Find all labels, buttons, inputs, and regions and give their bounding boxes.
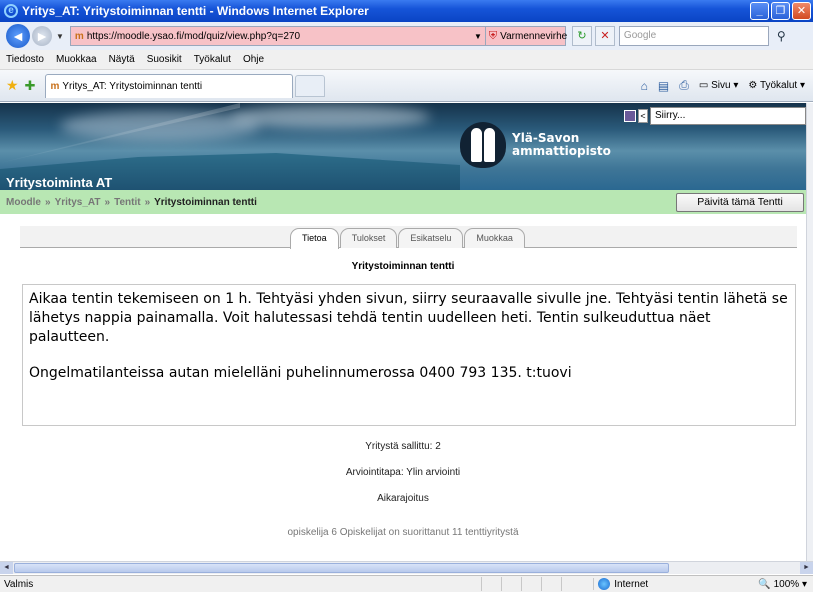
status-cell <box>501 577 521 591</box>
url-field[interactable]: m https://moodle.ysao.fi/mod/quiz/view.p… <box>69 26 486 46</box>
tools-menu-button[interactable]: ⚙ Työkalut ▾ <box>748 80 805 91</box>
vertical-scrollbar[interactable] <box>806 103 813 561</box>
logo-line-2: ammattiopisto <box>512 144 611 158</box>
url-text: https://moodle.ysao.fi/mod/quiz/view.php… <box>86 30 301 42</box>
menu-item-favorites[interactable]: Suosikit <box>147 54 182 65</box>
url-dropdown-icon[interactable]: ▼ <box>471 32 485 41</box>
moodle-favicon-icon: m <box>50 80 60 92</box>
security-zone[interactable]: Internet <box>593 578 733 590</box>
shield-warning-icon: ⛨ <box>488 29 498 42</box>
breadcrumb-separator: » <box>104 196 111 208</box>
close-button[interactable]: ✕ <box>792 2 811 20</box>
window-title: Yritys_AT: Yritystoiminnan tentti - Wind… <box>22 4 369 18</box>
breadcrumb-home[interactable]: Moodle <box>6 197 41 208</box>
breadcrumb-current: Yritystoiminnan tentti <box>154 196 257 208</box>
stop-button[interactable]: ✕ <box>594 26 615 46</box>
history-dropdown-icon[interactable]: ▼ <box>56 32 64 41</box>
jump-menu: < Siirry... <box>624 107 806 125</box>
browser-tab-active[interactable]: m Yritys_AT: Yritystoiminnan tentti <box>45 73 294 98</box>
menu-item-tools[interactable]: Työkalut <box>194 54 231 65</box>
status-text: Valmis <box>4 578 34 590</box>
menu-item-help[interactable]: Ohje <box>243 54 264 65</box>
page-menu-button[interactable]: ▭ Sivu ▾ <box>699 80 739 91</box>
quiz-intro-box: Aikaa tentin tekemiseen on 1 h. Tehtyäsi… <box>22 284 796 426</box>
status-cells <box>481 577 581 591</box>
breadcrumb-course[interactable]: Yritys_AT <box>55 197 101 208</box>
window-controls: _ ❐ ✕ <box>750 2 811 20</box>
attempts-allowed: Yritystä sallittu: 2 <box>365 441 441 452</box>
status-bar: Valmis Internet 🔍 100% ▾ <box>0 575 813 592</box>
browser-tab-title: Yritys_AT: Yritystoiminnan tentti <box>62 80 203 92</box>
forward-button[interactable]: ► <box>32 26 52 46</box>
site-banner: Ylä-Savon ammattiopisto < Siirry... Yrit… <box>0 103 806 190</box>
refresh-button[interactable]: ↻ <box>571 26 592 46</box>
command-bar: ⌂ ▤ ⎙ ▭ Sivu ▾ ⚙ Työkalut ▾ <box>641 78 813 93</box>
zoom-level[interactable]: 🔍 100% ▾ <box>758 579 813 590</box>
breadcrumb-separator: » <box>144 196 151 208</box>
favorites-star-icon[interactable]: ★ <box>6 77 19 94</box>
globe-icon <box>598 578 611 590</box>
jump-select[interactable]: Siirry... <box>650 107 806 125</box>
address-bar: ◄ ► ▼ m https://moodle.ysao.fi/mod/quiz/… <box>0 22 813 50</box>
home-icon[interactable]: ⌂ <box>641 79 648 93</box>
school-logo[interactable]: Ylä-Savon ammattiopisto <box>460 122 611 168</box>
quiz-title: Yritystoiminnan tentti <box>351 261 455 272</box>
scroll-right-button[interactable]: ► <box>800 562 813 574</box>
zoom-value: 100% <box>773 578 800 590</box>
quiz-tabs-row: Tietoa Tulokset Esikatselu Muokkaa <box>20 226 797 249</box>
tab-edit[interactable]: Muokkaa <box>464 228 525 248</box>
ie-logo-icon: e <box>4 4 18 18</box>
feeds-icon[interactable]: ▤ <box>658 79 669 93</box>
menu-item-file[interactable]: Tiedosto <box>6 54 44 65</box>
breadcrumb-section[interactable]: Tentit <box>114 197 140 208</box>
banner-cloud <box>230 105 430 129</box>
attempts-summary-link[interactable]: opiskelija 6 Opiskelijat on suorittanut … <box>0 527 806 538</box>
certificate-error-label: Varmennevirhe <box>500 30 568 42</box>
security-zone-label: Internet <box>614 578 649 590</box>
horizontal-scroll-thumb[interactable] <box>14 563 669 573</box>
breadcrumb: Moodle » Yritys_AT » Tentit » Yritystoim… <box>0 190 806 214</box>
search-input[interactable]: Google <box>618 26 769 46</box>
time-limit: Aikarajoitus <box>377 493 429 504</box>
quiz-intro-contact: Ongelmatilanteissa autan mielelläni puhe… <box>29 365 572 381</box>
quiz-intro-paragraph: Aikaa tentin tekemiseen on 1 h. Tehtyäsi… <box>29 291 788 345</box>
menu-item-edit[interactable]: Muokkaa <box>56 54 97 65</box>
tab-preview[interactable]: Esikatselu <box>398 228 464 248</box>
search-placeholder: Google <box>623 30 657 41</box>
minimize-button[interactable]: _ <box>750 2 769 20</box>
back-button[interactable]: ◄ <box>6 24 30 48</box>
print-icon[interactable]: ⎙ <box>679 78 689 93</box>
status-cell <box>561 577 581 591</box>
tab-info[interactable]: Tietoa <box>290 228 339 249</box>
maximize-button[interactable]: ❐ <box>771 2 790 20</box>
update-quiz-button[interactable]: Päivitä tämä Tentti <box>676 193 804 212</box>
window-titlebar: e Yritys_AT: Yritystoiminnan tentti - Wi… <box>0 0 813 22</box>
grading-method: Arviointitapa: Ylin arviointi <box>345 467 461 478</box>
breadcrumb-separator: » <box>45 196 51 208</box>
tools-menu-label: Työkalut <box>759 80 798 91</box>
status-cell <box>541 577 561 591</box>
moodle-favicon-icon: m <box>74 30 84 42</box>
horizontal-scrollbar[interactable]: ◄ ► <box>0 561 813 574</box>
language-icon[interactable] <box>624 110 636 122</box>
scroll-left-button[interactable]: ◄ <box>0 562 13 574</box>
jump-select-label: Siirry... <box>655 110 686 121</box>
add-favorite-icon[interactable]: ✚ <box>25 78 36 94</box>
tab-results[interactable]: Tulokset <box>339 228 398 248</box>
web-page: Ylä-Savon ammattiopisto < Siirry... Yrit… <box>0 103 806 561</box>
school-logo-icon <box>460 122 506 168</box>
new-tab-button[interactable] <box>295 74 326 97</box>
search-icon[interactable]: ⚲ <box>777 29 786 43</box>
menu-bar: Tiedosto Muokkaa Näytä Suosikit Työkalut… <box>0 50 813 70</box>
quiz-tabs: Tietoa Tulokset Esikatselu Muokkaa <box>290 228 526 249</box>
menu-item-view[interactable]: Näytä <box>109 54 135 65</box>
page-menu-label: Sivu <box>711 80 731 91</box>
site-name[interactable]: Yritystoiminta AT <box>6 175 112 190</box>
tab-toolbar: ★ ✚ m Yritys_AT: Yritystoiminnan tentti … <box>0 70 813 102</box>
certificate-error-button[interactable]: ⛨ Varmennevirhe <box>485 26 568 46</box>
status-cell <box>481 577 501 591</box>
school-logo-text: Ylä-Savon ammattiopisto <box>512 132 611 158</box>
status-cell <box>521 577 541 591</box>
jump-previous-button[interactable]: < <box>638 109 648 123</box>
